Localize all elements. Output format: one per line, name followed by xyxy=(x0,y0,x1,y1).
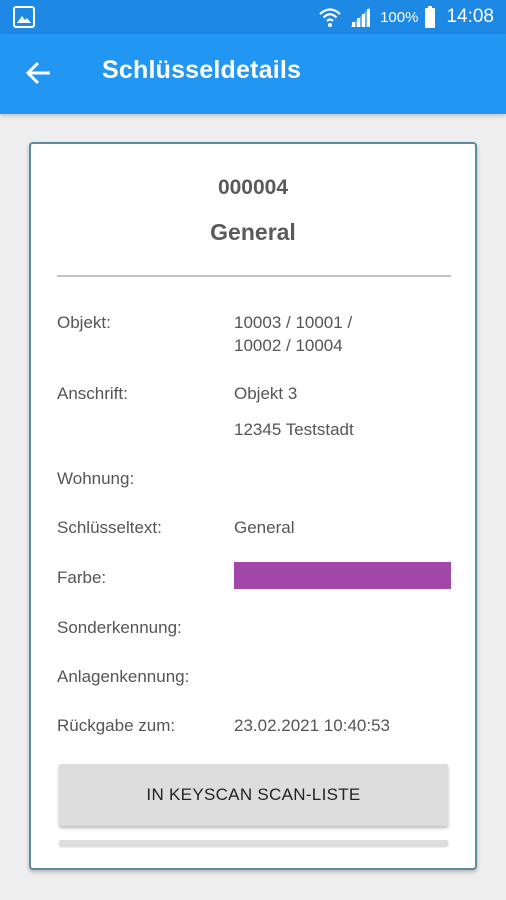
key-number: 000004 xyxy=(217,176,289,199)
objekt-value-line2: 10002 / 10004 xyxy=(234,336,343,355)
sonderkennung-label: Sonderkennung: xyxy=(57,618,182,637)
objekt-label: Objekt: xyxy=(57,313,111,332)
page-title: Schlüsseldetails xyxy=(102,56,302,84)
divider xyxy=(57,275,451,277)
battery-icon xyxy=(425,6,436,28)
secondary-button-edge[interactable] xyxy=(59,840,448,846)
anschrift-label: Anschrift: xyxy=(57,384,128,403)
schluesseltext-label: Schlüsseltext: xyxy=(57,518,162,537)
farbe-label: Farbe: xyxy=(57,568,107,587)
key-name: General xyxy=(210,219,296,245)
status-bar: 100% 14:08 xyxy=(0,0,506,34)
anschrift-value-line1: Objekt 3 xyxy=(234,384,298,403)
key-details-card: 000004 General Objekt: 10003 / 10001 / 1… xyxy=(29,142,477,870)
battery-percent: 100% xyxy=(380,8,419,26)
anschrift-value-line2: 12345 Teststadt xyxy=(234,420,354,439)
rueckgabe-value: 23.02.2021 10:40:53 xyxy=(234,716,390,735)
gallery-icon xyxy=(13,6,35,28)
rueckgabe-label: Rückgabe zum: xyxy=(57,716,176,735)
wohnung-label: Wohnung: xyxy=(57,469,135,488)
arrow-back-icon[interactable] xyxy=(24,58,54,88)
app-bar: Schlüsseldetails xyxy=(0,34,506,114)
anlagenkennung-label: Anlagenkennung: xyxy=(57,667,190,686)
objekt-value-line1: 10003 / 10001 / xyxy=(234,313,353,332)
schluesseltext-value: General xyxy=(234,518,295,537)
color-swatch xyxy=(234,562,451,589)
clock: 14:08 xyxy=(446,6,494,27)
signal-icon xyxy=(350,7,371,27)
add-to-scan-list-button[interactable]: IN KEYSCAN SCAN-LISTE xyxy=(59,764,448,826)
wifi-icon xyxy=(319,8,341,27)
